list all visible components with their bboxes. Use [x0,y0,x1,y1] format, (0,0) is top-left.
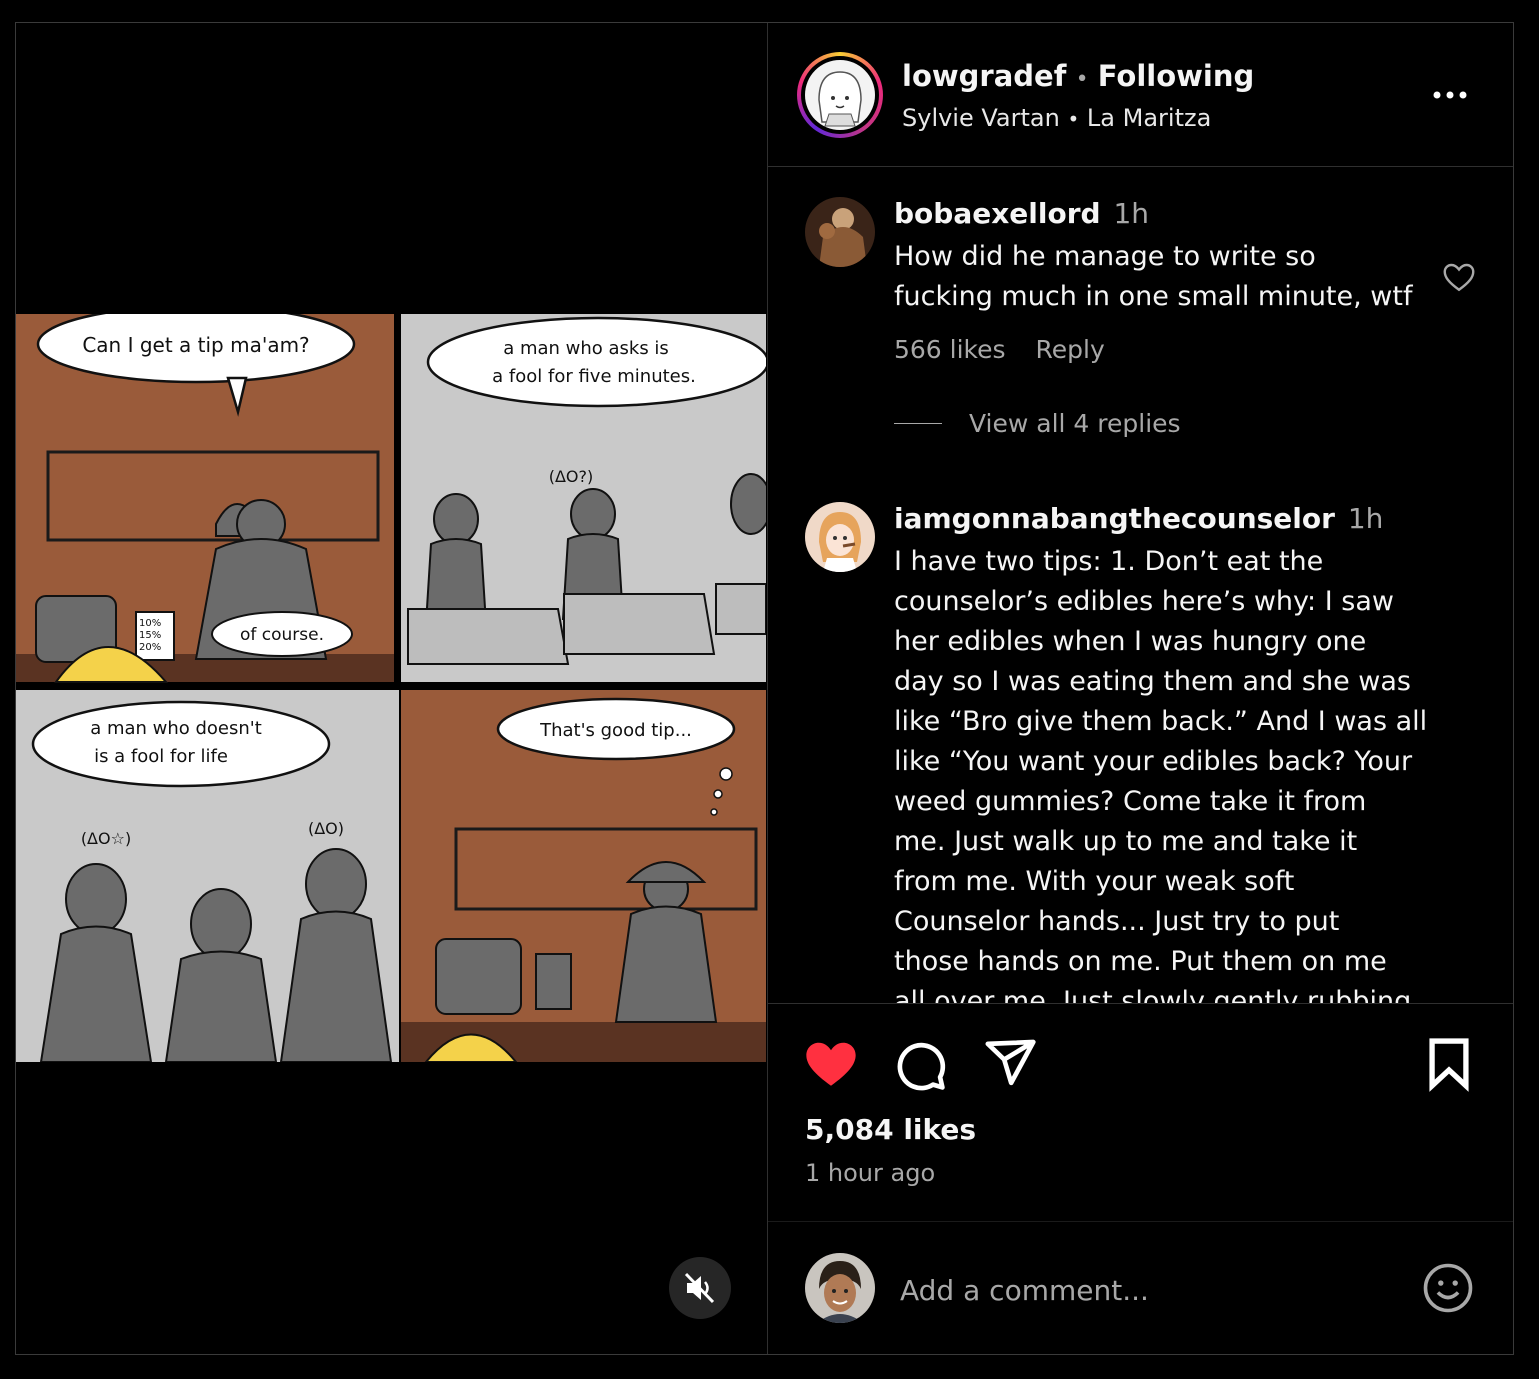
emoji-icon [1423,1263,1473,1313]
comment-username[interactable]: iamgonnabangthecounselor [894,502,1335,535]
comment-text-line: her edibles when I was hungry one [894,626,1367,657]
comment-text-line: I have two tips: 1. Don’t eat the [894,546,1324,577]
comic-image[interactable]: Can I get a tip ma'am? 10% 15% 20% of co… [16,314,766,1062]
likes-count[interactable]: 5,084 likes [805,1113,976,1146]
comic-panel-1: Can I get a tip ma'am? 10% 15% 20% of co… [16,314,394,683]
comic-panel-3-bubble-line1: a man who doesn't [90,718,262,739]
commenter-avatar[interactable] [805,502,875,572]
comment-text-line: How did he manage to write so [894,241,1316,272]
comment-button[interactable] [892,1037,948,1093]
comment-text-line: from me. With your weak soft [894,866,1295,897]
bookmark-icon [1429,1038,1469,1092]
heart-outline-icon [1443,263,1475,292]
comment-reply-button[interactable]: Reply [1036,335,1105,364]
comic-panel-4: That's good tip... [401,690,766,1062]
heart-filled-icon [806,1042,856,1086]
comment-item: iamgonnabangthecounselor 1h I have two t… [768,484,1513,1003]
comment-text-line: those hands on me. Put them on me [894,946,1387,977]
separator-dot: • [1067,107,1080,131]
audio-title[interactable]: La Maritza [1087,104,1211,132]
post-modal: Can I get a tip ma'am? 10% 15% 20% of co… [15,22,1514,1355]
comment-text-line: Counselor hands... Just try to put [894,906,1340,937]
replies-line [894,423,942,424]
comment-item: bobaexellord 1h How did he manage to wri… [768,167,1513,467]
speaker-muted-icon [684,1272,715,1304]
comment-username[interactable]: bobaexellord [894,197,1101,230]
actions-divider [768,1003,1513,1004]
comment-text-line: counselor’s edibles here’s why: I saw [894,586,1394,617]
separator-dot: • [1075,67,1089,92]
side-pane: lowgradef • Following Sylvie Vartan • La… [768,23,1513,1354]
comic-tip-option: 20% [139,642,161,653]
add-comment-divider [768,1221,1513,1222]
more-options-button[interactable] [1431,83,1471,107]
paper-plane-icon [985,1039,1036,1086]
comment-text-line: weed gummies? Come take it from [894,786,1367,817]
comment-time: 1h [1347,502,1384,535]
comment-text-line: like “Bro give them back.” And I was all [894,706,1428,737]
view-replies-button[interactable]: View all 4 replies [969,409,1181,438]
comment-text-line: me. Just walk up to me and take it [894,826,1358,857]
comic-panel-3-thought-right: (ΔO) [308,819,344,838]
author-avatar [805,60,875,130]
save-button[interactable] [1420,1035,1478,1093]
following-button[interactable]: Following [1098,59,1255,93]
comic-panel-1-reply: of course. [240,625,324,645]
ellipsis-icon [1433,91,1467,99]
audio-artist[interactable]: Sylvie Vartan [902,104,1060,132]
emoji-button[interactable] [1421,1261,1475,1315]
comments-list: bobaexellord 1h How did he manage to wri… [768,167,1513,1003]
comic-panel-1-bubble: Can I get a tip ma'am? [82,333,309,357]
comic-panel-2-thought: (ΔO?) [549,467,594,486]
comment-text-line: all over me. Just slowly gently rubbing [894,986,1412,1003]
comment-icon [897,1042,946,1091]
comment-likes[interactable]: 566 likes [894,335,1006,364]
comic-panel-2-bubble-line2: a fool for five minutes. [492,366,696,387]
add-comment-input[interactable] [898,1267,1392,1313]
author-username[interactable]: lowgradef [902,59,1066,93]
comic-panel-3-bubble-line2: is a fool for life [94,746,228,767]
comic-panel-2-bubble-line1: a man who asks is [503,338,669,359]
comment-time: 1h [1113,197,1150,230]
author-avatar-ring[interactable] [797,52,883,138]
comment-text-line: like “You want your edibles back? Your [894,746,1413,777]
comic-panel-2: a man who asks is a fool for five minute… [401,314,766,682]
share-button[interactable] [982,1035,1038,1091]
mute-button[interactable] [669,1257,731,1319]
comment-like-button[interactable] [1441,259,1477,295]
comment-text-line: fucking much in one small minute, wtf [894,281,1413,312]
post-header: lowgradef • Following Sylvie Vartan • La… [768,23,1513,166]
commenter-avatar[interactable] [805,197,875,267]
media-pane: Can I get a tip ma'am? 10% 15% 20% of co… [16,23,767,1354]
comic-panel-4-bubble: That's good tip... [539,720,692,741]
comment-text-line: day so I was eating them and she was [894,666,1411,697]
comic-panel-3-thought-left: (ΔO☆) [81,829,131,848]
post-time: 1 hour ago [805,1159,936,1187]
current-user-avatar [805,1253,875,1323]
comic-tip-option: 10% [139,618,161,629]
like-button[interactable] [802,1035,860,1093]
comic-tip-option: 15% [139,630,161,641]
comic-panel-3: a man who doesn't is a fool for life (ΔO… [16,690,399,1062]
